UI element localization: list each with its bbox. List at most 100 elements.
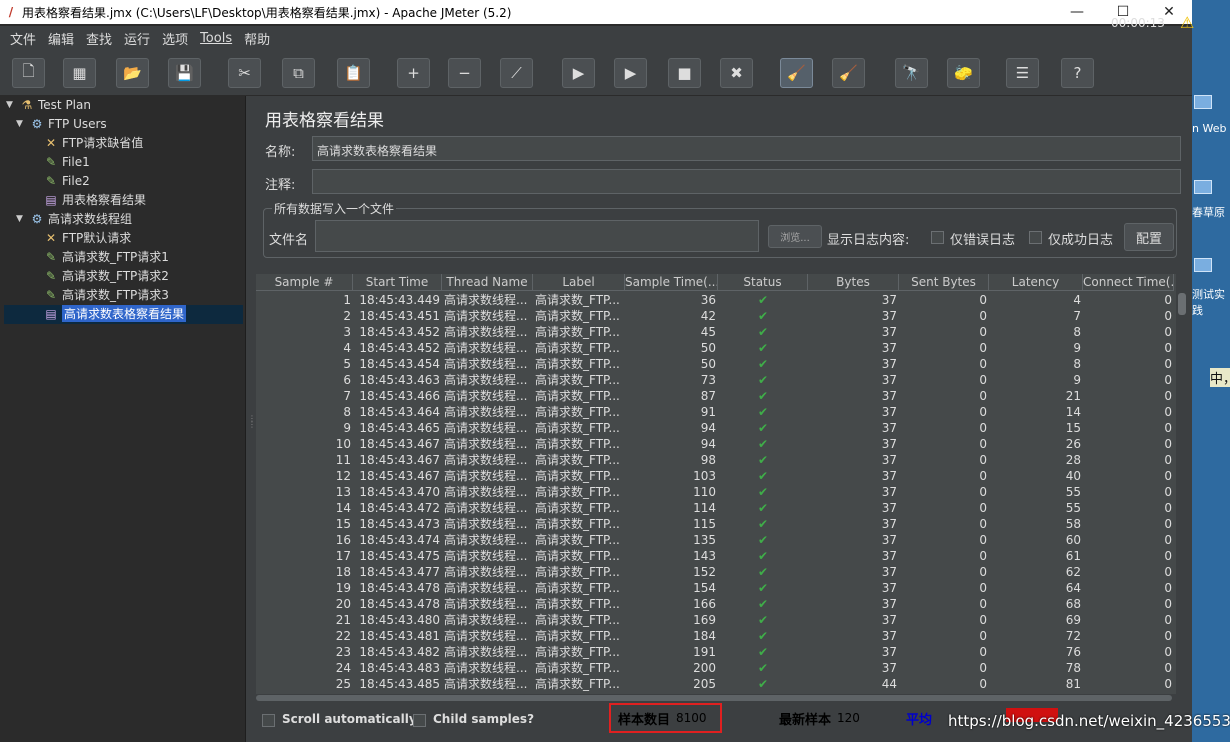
function-helper-button[interactable]: ☰ xyxy=(1006,58,1039,88)
menu-options[interactable]: 选项 xyxy=(156,29,194,48)
table-row[interactable]: 15 18:45:43.473 高请求数线程... 高请求数_FTP... 115 ✔ 37… xyxy=(256,516,1174,532)
stop-button[interactable]: ■ xyxy=(668,58,701,88)
vertical-scrollbar[interactable] xyxy=(1176,289,1188,694)
table-row[interactable]: 23 18:45:43.482 高请求数线程... 高请求数_FTP... 191 ✔ 37… xyxy=(256,644,1174,660)
horizontal-scrollbar[interactable] xyxy=(256,694,1176,702)
desktop-widget[interactable]: 中， xyxy=(1210,368,1230,387)
menu-tools[interactable]: Tools xyxy=(194,31,238,46)
jmeter-feather-icon: / xyxy=(8,5,14,19)
table-row[interactable]: 3 18:45:43.452 高请求数线程... 高请求数_FTP... 45 ✔ 37 0 8… xyxy=(256,324,1174,340)
expand-button[interactable]: + xyxy=(397,58,430,88)
collapse-button[interactable]: − xyxy=(448,58,481,88)
desktop-folder-icon[interactable] xyxy=(1194,180,1212,194)
table-row[interactable]: 11 18:45:43.467 高请求数线程... 高请求数_FTP... 98 ✔ 37 0… xyxy=(256,452,1174,468)
search-button[interactable]: 🔭 xyxy=(895,58,928,88)
expand-arrow-icon[interactable]: ▼ xyxy=(6,100,18,110)
menu-help[interactable]: 帮助 xyxy=(238,29,276,48)
scrollbar-thumb[interactable] xyxy=(256,695,1172,701)
column-header[interactable]: Bytes xyxy=(808,274,899,291)
table-row[interactable]: 25 18:45:43.485 高请求数线程... 高请求数_FTP... 205 ✔ 44… xyxy=(256,676,1174,692)
toggle-button[interactable]: ⟋ xyxy=(500,58,533,88)
browse-button[interactable]: 浏览... xyxy=(768,225,822,248)
table-row[interactable]: 7 18:45:43.466 高请求数线程... 高请求数_FTP... 87 ✔ 37 0 2… xyxy=(256,388,1174,404)
tree-node[interactable]: ▤ 高请求数表格察看结果 xyxy=(30,304,187,323)
menu-edit[interactable]: 编辑 xyxy=(42,29,80,48)
table-row[interactable]: 18 18:45:43.477 高请求数线程... 高请求数_FTP... 152 ✔ 37… xyxy=(256,564,1174,580)
table-row[interactable]: 8 18:45:43.464 高请求数线程... 高请求数_FTP... 91 ✔ 37 0 1… xyxy=(256,404,1174,420)
splitter[interactable]: ⋮ ⋮ xyxy=(246,96,256,742)
copy-button[interactable]: ⧉ xyxy=(282,58,315,88)
warning-icon[interactable]: ⚠ xyxy=(1180,13,1194,32)
tree-node[interactable]: ▼ ⚗ Test Plan xyxy=(6,95,91,114)
start-no-pause-button[interactable]: ▶ xyxy=(614,58,647,88)
tree-node[interactable]: ▼ ⚙ 高请求数线程组 xyxy=(16,209,132,228)
table-row[interactable]: 2 18:45:43.451 高请求数线程... 高请求数_FTP... 42 ✔ 37 0 7… xyxy=(256,308,1174,324)
table-row[interactable]: 14 18:45:43.472 高请求数线程... 高请求数_FTP... 114 ✔ 37… xyxy=(256,500,1174,516)
name-input[interactable]: 高请求数表格察看结果 xyxy=(312,136,1181,161)
table-row[interactable]: 12 18:45:43.467 高请求数线程... 高请求数_FTP... 103 ✔ 37… xyxy=(256,468,1174,484)
column-header[interactable]: Thread Name xyxy=(442,274,533,291)
column-header[interactable]: Sample # xyxy=(256,274,353,291)
tree-node[interactable]: ✎ File2 xyxy=(30,171,90,190)
table-row[interactable]: 22 18:45:43.481 高请求数线程... 高请求数_FTP... 184 ✔ 37… xyxy=(256,628,1174,644)
table-row[interactable]: 24 18:45:43.483 高请求数线程... 高请求数_FTP... 200 ✔ 37… xyxy=(256,660,1174,676)
cell-sent-bytes: 0 xyxy=(979,597,987,611)
reset-search-button[interactable]: 🧽 xyxy=(947,58,980,88)
column-header[interactable]: Sample Time(... xyxy=(625,274,718,291)
table-row[interactable]: 21 18:45:43.480 高请求数线程... 高请求数_FTP... 169 ✔ 37… xyxy=(256,612,1174,628)
menu-search[interactable]: 查找 xyxy=(80,29,118,48)
column-header[interactable]: Sent Bytes xyxy=(899,274,989,291)
clear-button[interactable]: 🧹 xyxy=(780,58,813,88)
shutdown-button[interactable]: ✖ xyxy=(720,58,753,88)
minimize-button[interactable]: — xyxy=(1054,4,1100,20)
child-samples-checkbox[interactable] xyxy=(413,714,426,727)
scroll-auto-checkbox[interactable] xyxy=(262,714,275,727)
column-header[interactable]: Start Time xyxy=(353,274,442,291)
templates-button[interactable]: ▦ xyxy=(63,58,96,88)
open-button[interactable]: 📂 xyxy=(116,58,149,88)
tree-node[interactable]: ▼ ⚙ FTP Users xyxy=(16,114,107,133)
expand-arrow-icon[interactable]: ▼ xyxy=(16,214,28,224)
table-row[interactable]: 5 18:45:43.454 高请求数线程... 高请求数_FTP... 50 ✔ 37 0 8… xyxy=(256,356,1174,372)
table-row[interactable]: 17 18:45:43.475 高请求数线程... 高请求数_FTP... 143 ✔ 37… xyxy=(256,548,1174,564)
table-row[interactable]: 20 18:45:43.478 高请求数线程... 高请求数_FTP... 166 ✔ 37… xyxy=(256,596,1174,612)
filename-input[interactable] xyxy=(315,220,759,252)
new-button[interactable]: 🗋 xyxy=(12,58,45,88)
table-row[interactable]: 6 18:45:43.463 高请求数线程... 高请求数_FTP... 73 ✔ 37 0 9… xyxy=(256,372,1174,388)
desktop-folder-icon[interactable] xyxy=(1194,95,1212,109)
menu-run[interactable]: 运行 xyxy=(118,29,156,48)
table-row[interactable]: 4 18:45:43.452 高请求数线程... 高请求数_FTP... 50 ✔ 37 0 9… xyxy=(256,340,1174,356)
tree-node[interactable]: ✎ 高请求数_FTP请求3 xyxy=(30,285,169,304)
desktop-folder-icon[interactable] xyxy=(1194,258,1212,272)
table-row[interactable]: 13 18:45:43.470 高请求数线程... 高请求数_FTP... 110 ✔ 37… xyxy=(256,484,1174,500)
table-row[interactable]: 16 18:45:43.474 高请求数线程... 高请求数_FTP... 135 ✔ 37… xyxy=(256,532,1174,548)
table-row[interactable]: 9 18:45:43.465 高请求数线程... 高请求数_FTP... 94 ✔ 37 0 1… xyxy=(256,420,1174,436)
tree-node[interactable]: ▤ 用表格察看结果 xyxy=(30,190,146,209)
success-only-checkbox[interactable] xyxy=(1029,231,1042,244)
tree-node[interactable]: ✕ FTP请求缺省值 xyxy=(30,133,143,152)
tree-node[interactable]: ✎ 高请求数_FTP请求1 xyxy=(30,247,169,266)
errors-only-checkbox[interactable] xyxy=(931,231,944,244)
column-header[interactable]: Connect Time(... xyxy=(1083,274,1174,291)
clear-all-button[interactable]: 🧹 xyxy=(832,58,865,88)
column-header[interactable]: Latency xyxy=(989,274,1083,291)
table-row[interactable]: 10 18:45:43.467 高请求数线程... 高请求数_FTP... 94 ✔ 37 0… xyxy=(256,436,1174,452)
tree-node[interactable]: ✎ File1 xyxy=(30,152,90,171)
column-header[interactable]: Status xyxy=(718,274,808,291)
expand-arrow-icon[interactable]: ▼ xyxy=(16,119,28,129)
tree-node[interactable]: ✎ 高请求数_FTP请求2 xyxy=(30,266,169,285)
configure-button[interactable]: 配置 xyxy=(1124,223,1174,251)
comment-input[interactable] xyxy=(312,169,1181,194)
start-button[interactable]: ▶ xyxy=(562,58,595,88)
table-row[interactable]: 19 18:45:43.478 高请求数线程... 高请求数_FTP... 154 ✔ 37… xyxy=(256,580,1174,596)
menu-file[interactable]: 文件 xyxy=(4,29,42,48)
scrollbar-thumb[interactable] xyxy=(1178,293,1186,315)
paste-button[interactable]: 📋 xyxy=(337,58,370,88)
save-button[interactable]: 💾 xyxy=(168,58,201,88)
cut-button[interactable]: ✂ xyxy=(228,58,261,88)
tree-node[interactable]: ✕ FTP默认请求 xyxy=(30,228,131,247)
column-header[interactable]: Label xyxy=(533,274,625,291)
help-button[interactable]: ? xyxy=(1061,58,1094,88)
cell-bytes: 37 xyxy=(881,565,897,579)
table-row[interactable]: 1 18:45:43.449 高请求数线程... 高请求数_FTP... 36 ✔ 37 0 4… xyxy=(256,292,1174,308)
